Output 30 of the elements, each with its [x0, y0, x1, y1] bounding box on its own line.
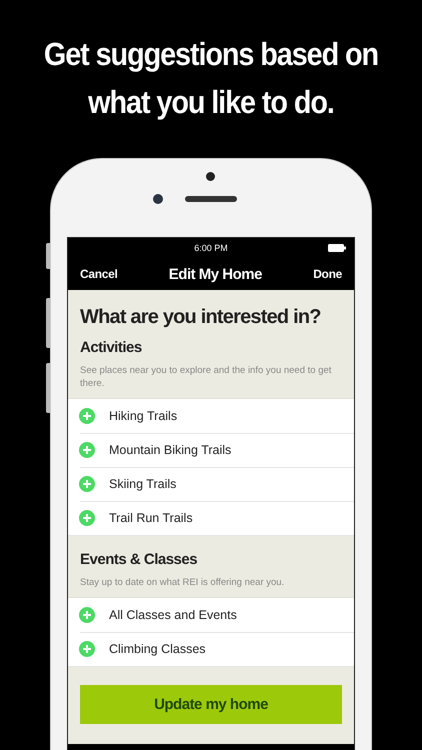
- section-title: Events & Classes: [79, 550, 198, 570]
- add-icon[interactable]: [79, 607, 95, 623]
- add-icon[interactable]: [79, 641, 95, 657]
- interest-item[interactable]: Trail Run Trails: [109, 511, 193, 525]
- camera-icon: [153, 194, 163, 204]
- page-title: What are you interested in?: [79, 305, 322, 330]
- add-icon[interactable]: [79, 510, 95, 526]
- done-button[interactable]: Done: [313, 267, 342, 281]
- nav-title: Edit My Home: [168, 266, 262, 282]
- cancel-button[interactable]: Cancel: [80, 267, 118, 281]
- add-icon[interactable]: [79, 476, 95, 492]
- update-button[interactable]: Update my home: [80, 685, 342, 724]
- side-button[interactable]: [46, 298, 50, 348]
- add-icon[interactable]: [79, 408, 95, 424]
- interest-item[interactable]: Hiking Trails: [109, 409, 178, 423]
- status-time: 6:00 PM: [194, 243, 228, 253]
- headline: Get suggestions based on what you like to do.: [42, 35, 380, 122]
- side-button[interactable]: [46, 363, 50, 413]
- interest-item[interactable]: All Classes and Events: [109, 608, 237, 622]
- section-description: Stay up to date on what REI is offering near you.: [79, 576, 286, 590]
- interest-item[interactable]: Mountain Biking Trails: [109, 443, 232, 457]
- side-button[interactable]: [46, 243, 50, 269]
- sensor-icon: [206, 172, 215, 181]
- interest-item[interactable]: Climbing Classes: [109, 642, 206, 656]
- section-title: Activities: [79, 338, 143, 358]
- add-icon[interactable]: [79, 442, 95, 458]
- section-description: See places near you to explore and the info you need to get there.: [79, 364, 332, 391]
- speaker-icon: [185, 196, 237, 202]
- interest-item[interactable]: Skiing Trails: [109, 477, 176, 491]
- battery-icon: [328, 244, 346, 252]
